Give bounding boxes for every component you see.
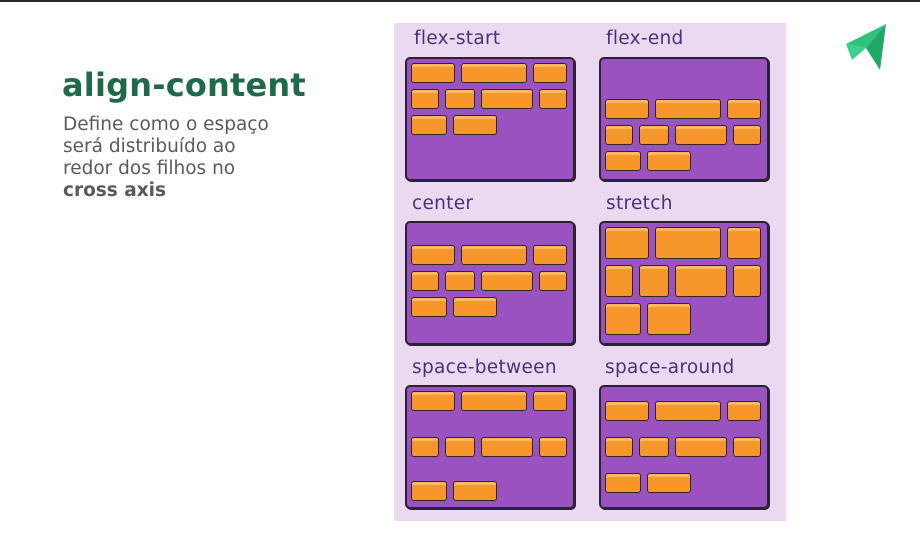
container-space-around xyxy=(599,385,769,509)
flex-item xyxy=(727,99,761,119)
flex-item xyxy=(647,303,691,335)
flex-item xyxy=(655,99,721,119)
flex-item xyxy=(605,437,633,457)
container-stretch xyxy=(599,221,769,345)
description-bold: cross axis xyxy=(63,180,167,201)
flex-item xyxy=(733,265,761,297)
label-space-between: space-between xyxy=(412,357,557,378)
flex-item xyxy=(605,151,641,171)
flex-item xyxy=(445,271,475,291)
flex-item xyxy=(533,63,567,83)
slide-description: Define como o espaço será distribuído ao… xyxy=(63,114,303,202)
label-flex-start: flex-start xyxy=(414,28,501,49)
container-space-between xyxy=(405,385,575,509)
flex-item xyxy=(411,115,447,135)
paper-plane-logo-icon xyxy=(846,24,886,70)
flex-item xyxy=(411,271,439,291)
top-border xyxy=(0,0,920,2)
flex-item xyxy=(727,401,761,421)
flex-item xyxy=(461,391,527,411)
flex-item xyxy=(411,63,455,83)
flex-item xyxy=(639,125,669,145)
flex-item xyxy=(411,437,439,457)
container-flex-start xyxy=(405,57,575,181)
flex-item xyxy=(605,473,641,493)
flex-item xyxy=(733,125,761,145)
flex-item xyxy=(639,265,669,297)
flex-item xyxy=(647,151,691,171)
label-space-around: space-around xyxy=(605,357,735,378)
description-line: redor dos filhos no xyxy=(63,158,236,179)
flex-item xyxy=(411,391,455,411)
flex-item xyxy=(533,391,567,411)
flex-item xyxy=(533,245,567,265)
flex-item xyxy=(605,265,633,297)
flex-item xyxy=(411,481,447,501)
flex-item xyxy=(647,473,691,493)
label-flex-end: flex-end xyxy=(606,28,684,49)
flex-item xyxy=(445,89,475,109)
flex-item xyxy=(639,437,669,457)
flex-item xyxy=(605,401,649,421)
flex-item xyxy=(655,401,721,421)
flex-item xyxy=(481,271,533,291)
flex-item xyxy=(605,125,633,145)
flex-item xyxy=(411,245,455,265)
description-line: Define como o espaço xyxy=(63,114,269,135)
flex-item xyxy=(481,437,533,457)
flex-item xyxy=(539,89,567,109)
flex-item xyxy=(605,303,641,335)
container-flex-end xyxy=(599,57,769,181)
flex-item xyxy=(481,89,533,109)
flex-item xyxy=(675,265,727,297)
container-center xyxy=(405,221,575,345)
flex-item xyxy=(461,63,527,83)
flex-item xyxy=(453,115,497,135)
flex-item xyxy=(453,481,497,501)
flex-item xyxy=(675,125,727,145)
flex-item xyxy=(411,297,447,317)
label-stretch: stretch xyxy=(606,193,673,214)
align-content-illustration: flex-start flex-end center stretch space… xyxy=(394,23,786,521)
flex-item xyxy=(411,89,439,109)
flex-item xyxy=(539,271,567,291)
flex-item xyxy=(733,437,761,457)
flex-item xyxy=(453,297,497,317)
description-line: será distribuído ao xyxy=(63,136,236,157)
flex-item xyxy=(605,99,649,119)
flex-item xyxy=(461,245,527,265)
label-center: center xyxy=(412,193,474,214)
flex-item xyxy=(445,437,475,457)
flex-item xyxy=(655,227,721,259)
flex-item xyxy=(675,437,727,457)
flex-item xyxy=(539,437,567,457)
flex-item xyxy=(727,227,761,259)
flex-item xyxy=(605,227,649,259)
slide-title: align-content xyxy=(62,66,306,104)
